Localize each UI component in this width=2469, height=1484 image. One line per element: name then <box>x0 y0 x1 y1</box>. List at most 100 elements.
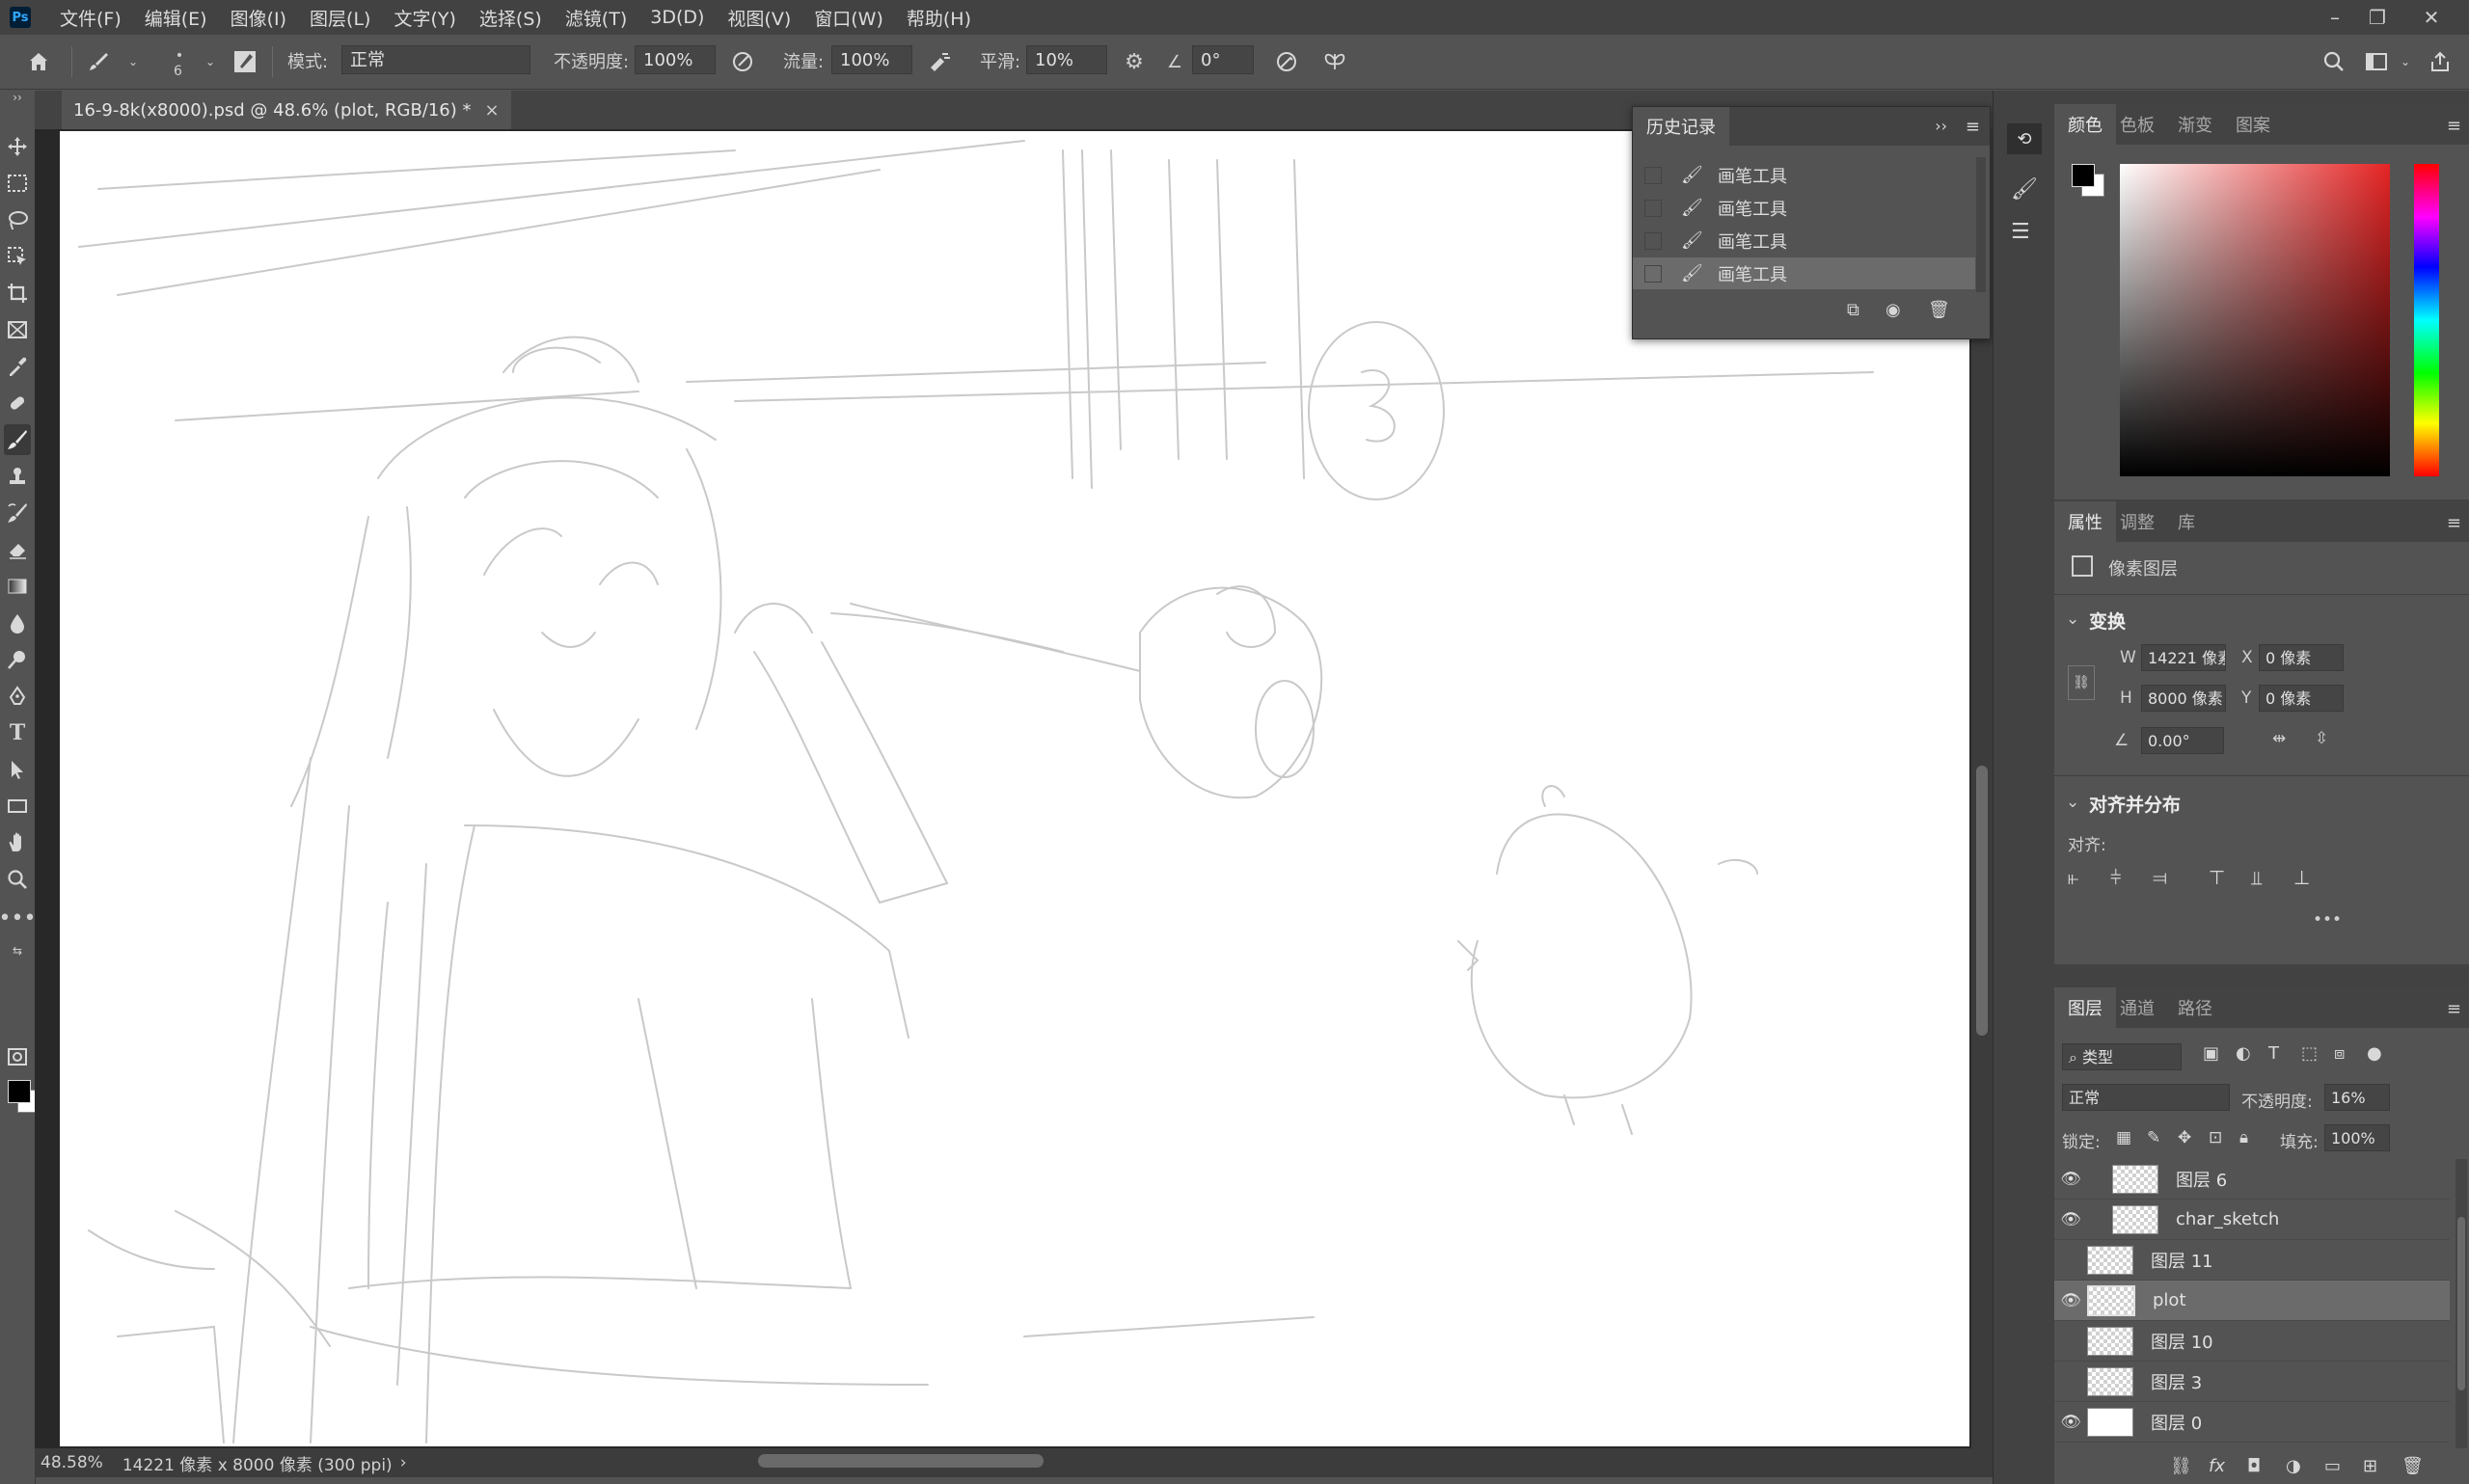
object-select-tool-icon[interactable] <box>4 241 31 272</box>
x-field[interactable]: 0 像素 <box>2259 644 2344 671</box>
brush-angle-field[interactable]: 0° <box>1192 45 1254 74</box>
eyedropper-tool-icon[interactable] <box>4 351 31 382</box>
brush-settings-panel-icon[interactable] <box>231 48 258 75</box>
layer-name[interactable]: 图层 0 <box>2151 1410 2202 1435</box>
close-window-button[interactable]: ✕ <box>2407 0 2455 35</box>
filter-shape-icon[interactable]: ⬚ <box>2301 1043 2318 1064</box>
trash-icon[interactable]: 🗑︎ <box>1928 300 1950 320</box>
layer-name[interactable]: 图层 10 <box>2151 1329 2213 1354</box>
history-item[interactable]: 🖌︎ 画笔工具 <box>1633 192 1975 224</box>
menu-edit[interactable]: 编辑(E) <box>133 5 219 31</box>
clone-stamp-tool-icon[interactable] <box>4 461 31 492</box>
filter-smart-object-icon[interactable]: ⧈ <box>2334 1043 2345 1064</box>
marquee-tool-icon[interactable] <box>4 168 31 199</box>
layer-row[interactable]: 👁︎ 图层 6 <box>2054 1159 2450 1200</box>
type-tool-icon[interactable]: T <box>4 717 31 748</box>
lock-artboard-icon[interactable]: ⊡ <box>2209 1128 2222 1147</box>
foreground-color-swatch[interactable] <box>2072 164 2095 187</box>
history-item[interactable]: 🖌︎ 画笔工具 <box>1633 225 1975 256</box>
pressure-size-icon[interactable] <box>1273 48 1300 75</box>
fill-field[interactable]: 100% <box>2324 1124 2390 1151</box>
brush-preset-icon[interactable] <box>85 48 112 75</box>
tab-swatches[interactable]: 色板 <box>2106 104 2168 145</box>
fx-icon[interactable]: fx <box>2209 1456 2225 1476</box>
status-menu-arrow[interactable]: › <box>400 1453 407 1472</box>
blend-mode-select[interactable]: 正常 <box>2062 1084 2230 1111</box>
new-layer-icon[interactable]: ⊞ <box>2363 1456 2377 1476</box>
tab-libraries[interactable]: 库 <box>2164 501 2209 542</box>
align-center-icon[interactable]: ⫩ <box>2110 866 2121 889</box>
menu-file[interactable]: 文件(F) <box>48 5 133 31</box>
lock-paint-icon[interactable]: ✎ <box>2147 1128 2160 1147</box>
lock-transparent-icon[interactable]: ▦ <box>2116 1128 2131 1147</box>
crop-tool-icon[interactable] <box>4 278 31 309</box>
rectangle-tool-icon[interactable] <box>4 791 31 822</box>
chevron-down-icon[interactable]: ⌄ <box>197 48 224 75</box>
blur-tool-icon[interactable] <box>4 607 31 638</box>
layer-name[interactable]: 图层 11 <box>2151 1248 2213 1273</box>
lasso-tool-icon[interactable] <box>4 204 31 235</box>
eye-icon[interactable]: 👁︎ <box>2054 1413 2087 1432</box>
panel-menu-icon[interactable]: ≡ <box>1966 117 1980 137</box>
home-icon[interactable] <box>25 48 52 75</box>
filter-toggle-icon[interactable]: ● <box>2367 1043 2382 1064</box>
chevron-down-icon[interactable]: ⌄ <box>2066 793 2079 812</box>
horizontal-scroll-thumb[interactable] <box>758 1454 1044 1468</box>
collapse-toolbar-icon[interactable]: ›› <box>4 91 31 104</box>
align-left-icon[interactable]: ⫦ <box>2068 866 2078 889</box>
panel-menu-icon[interactable]: ≡ <box>2447 116 2461 136</box>
add-mask-icon[interactable]: ◘ <box>2247 1456 2261 1476</box>
layer-filter-select[interactable]: ⌕ 类型 <box>2062 1043 2182 1070</box>
tab-paths[interactable]: 路径 <box>2164 987 2226 1028</box>
zoom-tool-icon[interactable] <box>4 864 31 895</box>
tab-gradients[interactable]: 渐变 <box>2164 104 2226 145</box>
history-brush-tool-icon[interactable] <box>4 498 31 528</box>
menu-layer[interactable]: 图层(L) <box>298 5 382 31</box>
frame-tool-icon[interactable] <box>4 314 31 345</box>
flow-field[interactable]: 100% <box>831 45 912 74</box>
history-panel-icon[interactable]: ⟲ <box>2007 123 2042 154</box>
minimize-button[interactable]: – <box>2311 0 2359 35</box>
align-right-icon[interactable]: ⫤ <box>2153 866 2167 889</box>
pen-tool-icon[interactable] <box>4 681 31 712</box>
width-field[interactable]: 14221 像素 <box>2141 644 2226 671</box>
menu-3d[interactable]: 3D(D) <box>638 7 716 28</box>
layer-name[interactable]: 图层 3 <box>2151 1369 2202 1394</box>
align-section-title[interactable]: 对齐并分布 <box>2089 791 2181 817</box>
height-field[interactable]: 8000 像素 <box>2141 685 2226 712</box>
menu-type[interactable]: 文字(Y) <box>382 5 467 31</box>
new-document-from-state-icon[interactable]: ⧉ <box>1847 300 1859 320</box>
menu-help[interactable]: 帮助(H) <box>895 5 983 31</box>
layer-row[interactable]: 图层 11 <box>2054 1240 2450 1281</box>
healing-brush-tool-icon[interactable] <box>4 388 31 418</box>
chevron-down-icon[interactable]: ⌄ <box>120 48 147 75</box>
filter-pixel-icon[interactable]: ▣ <box>2203 1043 2219 1064</box>
flip-horizontal-icon[interactable]: ⇹ <box>2272 729 2286 748</box>
align-top-icon[interactable]: ⊤ <box>2209 866 2225 889</box>
y-field[interactable]: 0 像素 <box>2259 685 2344 712</box>
align-bottom-icon[interactable]: ⊥ <box>2293 866 2310 889</box>
path-selection-tool-icon[interactable] <box>4 754 31 785</box>
layer-row[interactable]: 👁︎ 图层 0 <box>2054 1402 2450 1443</box>
history-item[interactable]: 🖌︎ 画笔工具 <box>1633 159 1975 191</box>
chevron-down-icon[interactable]: ⌄ <box>2066 609 2079 629</box>
tab-channels[interactable]: 通道 <box>2106 987 2168 1028</box>
layer-row[interactable]: 图层 3 <box>2054 1362 2450 1402</box>
color-saturation-field[interactable] <box>2120 164 2390 476</box>
history-scrollbar[interactable] <box>1976 157 1986 292</box>
delete-layer-icon[interactable]: 🗑︎ <box>2401 1456 2424 1476</box>
panel-menu-icon[interactable]: ≡ <box>2447 513 2461 533</box>
history-tab[interactable]: 历史记录 <box>1633 107 1729 146</box>
smoothing-field[interactable]: 10% <box>1026 45 1107 74</box>
tab-patterns[interactable]: 图案 <box>2222 104 2284 145</box>
filter-adjustment-icon[interactable]: ◐ <box>2236 1043 2251 1064</box>
camera-icon[interactable]: ◉ <box>1886 300 1901 320</box>
swap-colors-icon[interactable]: ⇆ <box>4 935 31 966</box>
layers-scrollbar[interactable] <box>2455 1159 2467 1448</box>
document-tab[interactable]: 16-9-8k(x8000).psd @ 48.6% (plot, RGB/16… <box>62 91 511 129</box>
adjust-sliders-icon[interactable]: ☰ <box>2011 220 2030 244</box>
layer-name[interactable]: plot <box>2153 1290 2186 1310</box>
brush-settings-icon[interactable]: 🖌︎ <box>2011 177 2038 202</box>
dodge-tool-icon[interactable] <box>4 644 31 675</box>
menu-select[interactable]: 选择(S) <box>468 5 554 31</box>
